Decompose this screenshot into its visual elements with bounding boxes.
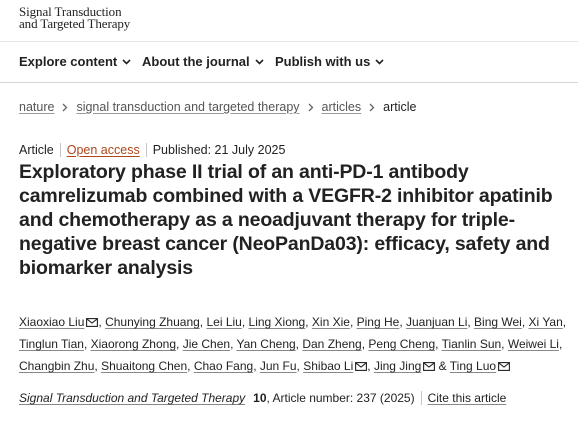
chevron-right-icon: [308, 103, 313, 111]
author-link[interactable]: Bing Wei: [474, 315, 522, 329]
author-link[interactable]: Ting Luo: [450, 359, 496, 373]
author-separator: ,: [349, 315, 357, 329]
author-link[interactable]: Tianlin Sun: [442, 337, 502, 351]
article-title: Exploratory phase II trial of an anti-PD…: [19, 161, 553, 279]
open-access-link[interactable]: Open access: [61, 143, 147, 157]
author-link[interactable]: Jie Chen: [183, 337, 230, 351]
masthead-line-2: and Targeted Therapy: [19, 16, 131, 31]
nav-explore-label: Explore content: [19, 54, 118, 69]
author-link[interactable]: Chao Fang: [194, 359, 253, 373]
author-separator: ,: [305, 315, 312, 329]
mail-icon[interactable]: [423, 362, 436, 371]
breadcrumb-articles[interactable]: articles: [322, 100, 362, 114]
journal-link[interactable]: Signal Transduction and Targeted Therapy: [19, 391, 245, 405]
published-date: Published: 21 July 2025: [152, 143, 286, 157]
author-separator: ,: [241, 315, 249, 329]
citation-row: Signal Transduction and Targeted Therapy…: [19, 391, 506, 405]
breadcrumb-current: article: [383, 100, 417, 114]
author-separator: ,: [562, 315, 567, 329]
author-list: Xiaoxiao Liu, Chunying Zhuang, Lei Liu, …: [19, 311, 569, 377]
author-link[interactable]: Weiwei Li: [508, 337, 559, 351]
nav-about-label: About the journal: [142, 54, 250, 69]
mail-icon[interactable]: [355, 362, 368, 371]
author-link[interactable]: Chunying Zhuang: [105, 315, 200, 329]
author-separator: ,: [399, 315, 406, 329]
author-link[interactable]: Xin Xie: [312, 315, 350, 329]
author-link[interactable]: Xiaorong Zhong: [91, 337, 176, 351]
chevron-down-icon: [122, 58, 131, 65]
author-link[interactable]: Shuaitong Chen: [101, 359, 187, 373]
author-separator: ,: [558, 337, 563, 351]
cite-this-article-link[interactable]: Cite this article: [420, 391, 506, 405]
masthead[interactable]: Signal Transduction and Targeted Therapy: [19, 5, 219, 31]
mail-icon[interactable]: [498, 362, 510, 371]
breadcrumb: nature signal transduction and targeted …: [19, 100, 416, 114]
chevron-right-icon: [369, 103, 375, 111]
author-separator: ,: [367, 359, 374, 373]
author-separator: ,: [501, 337, 508, 351]
breadcrumb-journal[interactable]: signal transduction and targeted therapy: [76, 100, 299, 114]
author-link[interactable]: Xiaoxiao Liu: [19, 315, 84, 329]
nav-explore-content[interactable]: Explore content: [19, 54, 131, 69]
volume-number: 10: [253, 391, 267, 405]
chevron-down-icon: [375, 58, 384, 65]
author-link[interactable]: Tinglun Tian: [19, 337, 84, 351]
author-link[interactable]: Jun Fu: [260, 359, 297, 373]
author-separator: ,: [83, 337, 91, 351]
chevron-right-icon: [62, 103, 68, 111]
author-separator: ,: [253, 359, 260, 373]
breadcrumb-nature[interactable]: nature: [19, 100, 54, 114]
nav-publish-label: Publish with us: [275, 54, 371, 69]
author-link[interactable]: Peng Cheng: [368, 337, 435, 351]
article-number: , Article number: 237 (2025): [266, 391, 415, 405]
author-link[interactable]: Lei Liu: [206, 315, 241, 329]
author-link[interactable]: Ling Xiong: [249, 315, 306, 329]
article-type: Article: [19, 143, 61, 157]
author-separator: ,: [176, 337, 183, 351]
author-link[interactable]: Juanjuan Li: [406, 315, 467, 329]
main-nav: Explore content About the journal Publis…: [0, 41, 578, 83]
author-separator: ,: [521, 315, 529, 329]
nav-publish-with-us[interactable]: Publish with us: [275, 54, 384, 69]
mail-icon[interactable]: [86, 318, 99, 327]
author-separator-last: &: [435, 359, 450, 373]
author-link[interactable]: Ping He: [357, 315, 400, 329]
author-separator: ,: [187, 359, 194, 373]
author-link[interactable]: Jing Jing: [374, 359, 421, 373]
author-link[interactable]: Shibao Li: [303, 359, 353, 373]
author-link[interactable]: Yan Cheng: [237, 337, 296, 351]
nav-about-journal[interactable]: About the journal: [142, 54, 264, 69]
article-meta: Article Open access Published: 21 July 2…: [19, 143, 285, 157]
author-link[interactable]: Xi Yan: [529, 315, 563, 329]
author-link[interactable]: Changbin Zhu: [19, 359, 94, 373]
chevron-down-icon: [255, 58, 264, 65]
author-link[interactable]: Dan Zheng: [302, 337, 361, 351]
